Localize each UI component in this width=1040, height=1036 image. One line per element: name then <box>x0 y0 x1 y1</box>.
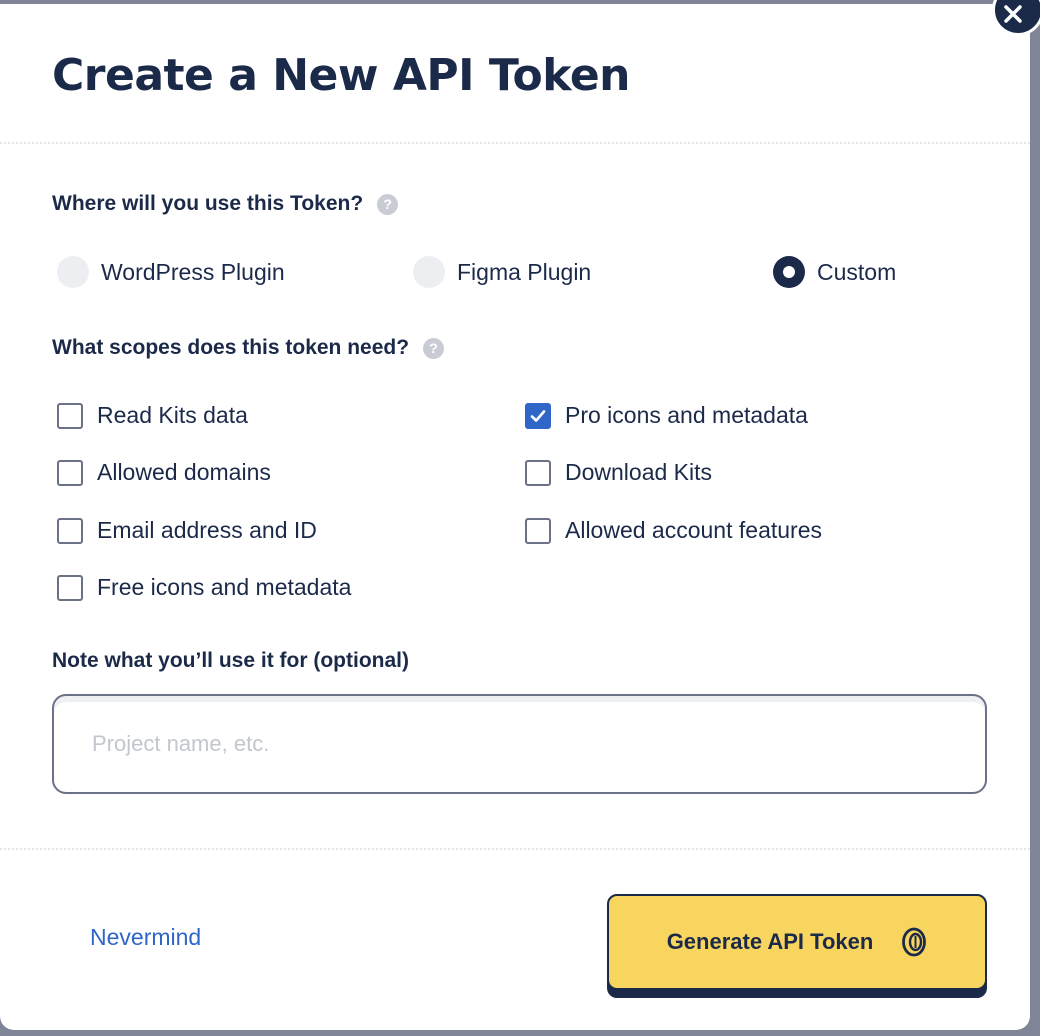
radio-button[interactable] <box>413 256 445 288</box>
radio-label: Figma Plugin <box>457 258 592 285</box>
footer-divider <box>0 848 1030 850</box>
scope-email-address-and-id[interactable]: Email address and ID <box>57 517 317 544</box>
scope-download-kits[interactable]: Download Kits <box>525 459 712 486</box>
radio-label: WordPress Plugin <box>101 258 285 285</box>
scopes-section-label: What scopes does this token need? ? <box>52 336 445 360</box>
checkbox-checked[interactable] <box>525 402 551 429</box>
scope-allowed-domains[interactable]: Allowed domains <box>57 459 271 486</box>
radio-label: Custom <box>817 258 897 285</box>
radio-button-selected[interactable] <box>773 256 805 288</box>
radio-figma-plugin[interactable]: Figma Plugin <box>413 256 591 288</box>
note-input[interactable] <box>52 694 987 794</box>
checkbox[interactable] <box>57 402 83 429</box>
usage-label-text: Where will you use this Token? <box>52 192 364 215</box>
checkbox-label: Pro icons and metadata <box>565 402 808 428</box>
scope-pro-icons-and-metadata[interactable]: Pro icons and metadata <box>525 402 808 429</box>
header-divider <box>0 142 1030 144</box>
generate-api-token-button[interactable]: Generate API Token <box>607 894 987 990</box>
help-icon[interactable]: ? <box>423 337 445 359</box>
radio-custom[interactable]: Custom <box>773 256 896 288</box>
checkbox-label: Free icons and metadata <box>97 574 352 600</box>
radio-wordpress-plugin[interactable]: WordPress Plugin <box>57 256 285 288</box>
note-label-text: Note what you’ll use it for (optional) <box>52 649 409 672</box>
radio-button[interactable] <box>57 256 89 288</box>
close-button[interactable] <box>992 0 1040 36</box>
close-icon <box>1004 5 1022 23</box>
scope-read-kits-data[interactable]: Read Kits data <box>57 402 248 429</box>
checkbox[interactable] <box>57 459 83 486</box>
checkbox-label: Read Kits data <box>97 402 248 428</box>
help-icon[interactable]: ? <box>377 193 399 215</box>
checkbox-label: Email address and ID <box>97 517 317 543</box>
generate-button-label: Generate API Token <box>666 929 874 954</box>
create-token-dialog: Create a New API Token Where will you us… <box>0 0 1040 1030</box>
checkbox-label: Download Kits <box>565 459 713 485</box>
dialog-title: Create a New API Token <box>52 50 631 101</box>
coin-icon <box>902 927 927 957</box>
usage-section-label: Where will you use this Token? ? <box>52 192 399 216</box>
scopes-label-text: What scopes does this token need? <box>52 336 410 359</box>
note-section-label: Note what you’ll use it for (optional) <box>52 649 409 673</box>
nevermind-link[interactable]: Nevermind <box>90 924 201 951</box>
scope-allowed-account-features[interactable]: Allowed account features <box>525 517 822 544</box>
checkbox-label: Allowed account features <box>565 517 822 543</box>
check-icon <box>530 409 546 422</box>
checkbox[interactable] <box>57 517 83 544</box>
checkbox[interactable] <box>525 517 551 544</box>
checkbox[interactable] <box>57 574 83 601</box>
scope-free-icons-and-metadata[interactable]: Free icons and metadata <box>57 574 351 601</box>
checkbox[interactable] <box>525 459 551 486</box>
checkbox-label: Allowed domains <box>97 459 271 485</box>
